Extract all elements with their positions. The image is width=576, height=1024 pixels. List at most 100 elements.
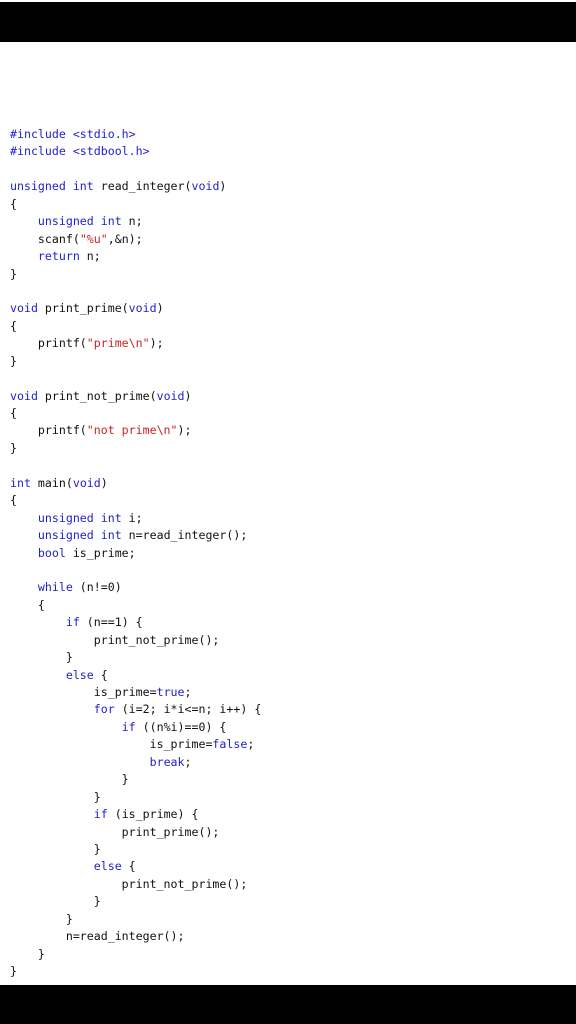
code-token-kw: unsigned int <box>37 214 122 229</box>
code-line: scanf("%u",&n); <box>10 231 576 248</box>
code-token-kw: bool <box>37 545 66 560</box>
code-line: unsigned int i; <box>10 510 576 527</box>
code-line: else { <box>10 858 576 875</box>
code-line: } <box>10 946 576 963</box>
code-listing: #include <stdio.h> #include <stdbool.h> u… <box>0 42 576 985</box>
code-token-plain: ,&n); <box>107 231 143 246</box>
code-token-kw: else <box>93 859 122 874</box>
code-token-plain: } <box>10 353 17 368</box>
code-token-plain: scanf( <box>10 231 80 246</box>
code-token-plain: ) <box>184 388 192 403</box>
code-token-plain: printf( <box>10 423 87 438</box>
code-line: print_not_prime(); <box>10 632 576 649</box>
code-token-plain: ) <box>100 475 108 490</box>
code-line: else { <box>10 667 576 684</box>
code-token-plain: main( <box>30 475 73 490</box>
code-token-plain: is_prime= <box>10 737 213 752</box>
code-token-kw: void <box>72 475 101 490</box>
code-token-plain: n; <box>79 249 101 264</box>
code-token-plain: } <box>10 894 101 909</box>
code-token-plain: is_prime; <box>65 545 136 560</box>
code-token-str: "%u" <box>79 231 108 246</box>
code-token-pre: #include <stdbool.h> <box>10 144 150 159</box>
code-line: } <box>10 911 576 928</box>
code-token-plain: } <box>10 841 101 856</box>
code-token-kw: true <box>156 685 185 699</box>
code-line: void print_not_prime(void) <box>10 388 576 405</box>
code-token-plain: n; <box>121 214 143 229</box>
code-token-plain: print_not_prime(); <box>10 632 220 647</box>
code-token-plain: ; <box>184 685 192 699</box>
screen: #include <stdio.h> #include <stdbool.h> u… <box>0 0 576 1024</box>
code-line: } <box>10 649 576 666</box>
code-token-plain: print_not_prime( <box>37 388 157 403</box>
code-token-kw: unsigned int <box>37 510 122 525</box>
code-token-plain: { <box>10 597 45 612</box>
code-token-plain: n=read_integer(); <box>121 528 248 543</box>
code-token-plain: ; <box>247 737 255 752</box>
code-token-kw: if <box>93 807 108 822</box>
top-letterbox-bar <box>0 2 576 42</box>
code-line: printf("not prime\n"); <box>10 422 576 439</box>
code-token-plain: n=read_integer(); <box>10 929 185 944</box>
code-token-kw: unsigned int <box>37 528 122 543</box>
code-token-plain: ); <box>149 336 164 351</box>
code-line: { <box>10 597 576 614</box>
code-token-plain: { <box>10 196 17 211</box>
code-token-plain: } <box>10 440 17 455</box>
code-line: unsigned int n=read_integer(); <box>10 527 576 544</box>
code-token-str: "prime\n" <box>86 336 150 351</box>
code-token-plain: ) <box>219 179 227 194</box>
code-line: } <box>10 893 576 910</box>
code-line: } <box>10 963 576 980</box>
code-line: print_not_prime(); <box>10 876 576 893</box>
code-line: if (n==1) { <box>10 614 576 631</box>
code-token-kw: void <box>156 388 185 403</box>
code-token-plain: { <box>10 493 17 508</box>
code-token-pre: #include <stdio.h> <box>10 127 136 141</box>
code-token-kw: void <box>128 301 157 316</box>
code-line: } <box>10 266 576 283</box>
code-line: } <box>10 789 576 806</box>
code-line: unsigned int read_integer(void) <box>10 178 576 195</box>
code-token-plain: ; <box>184 754 192 769</box>
code-token-kw: unsigned int <box>10 179 94 194</box>
code-token-plain: } <box>10 650 73 665</box>
bottom-letterbox-bar <box>0 985 576 1024</box>
code-line: } <box>10 440 576 457</box>
code-token-plain: ) <box>156 301 164 316</box>
code-line: if (is_prime) { <box>10 806 576 823</box>
code-line: return n; <box>10 248 576 265</box>
code-token-kw: if <box>121 719 136 734</box>
code-line: while (n!=0) <box>10 579 576 596</box>
code-token-plain: } <box>10 789 101 804</box>
code-line: n=read_integer(); <box>10 928 576 945</box>
code-token-plain: } <box>10 946 45 961</box>
code-token-kw: false <box>212 737 248 752</box>
code-token-plain: (i=2; i*i<=n; i++) { <box>114 702 262 717</box>
code-token-plain: print_not_prime(); <box>10 876 248 891</box>
code-token-kw: return <box>37 249 80 264</box>
code-token-str: "not prime\n" <box>86 423 178 438</box>
code-line: #include <stdio.h> <box>10 126 576 143</box>
code-token-plain: print_prime(); <box>10 824 220 839</box>
code-token-plain: read_integer( <box>93 179 192 194</box>
code-line: if ((n%i)==0) { <box>10 719 576 736</box>
code-token-plain: } <box>10 772 129 787</box>
code-token-kw: void <box>10 388 38 403</box>
code-line: is_prime=true; <box>10 684 576 701</box>
code-token-kw: if <box>65 615 80 630</box>
code-token-kw: void <box>191 179 220 194</box>
